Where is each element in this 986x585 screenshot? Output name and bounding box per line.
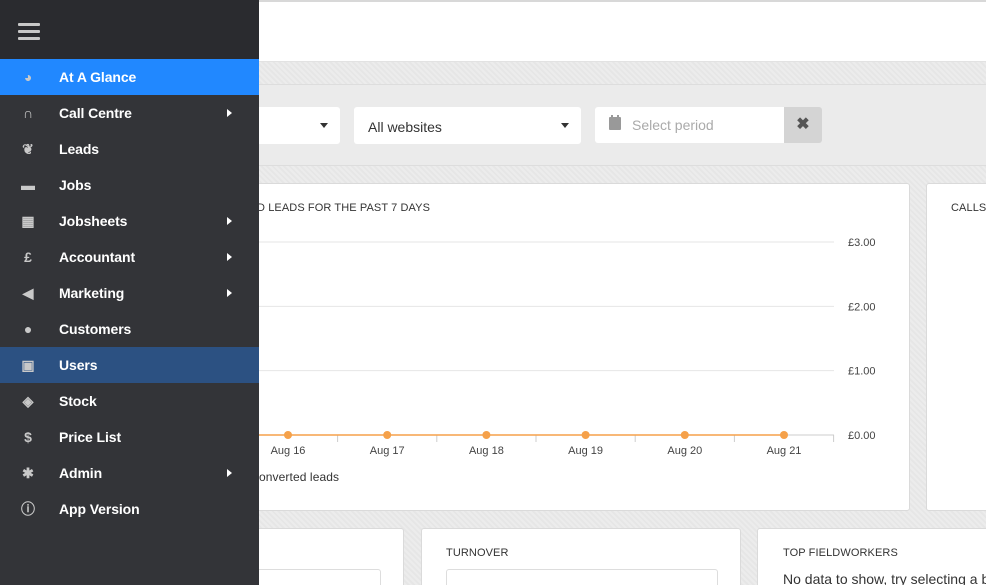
sidebar-item-at-a-glance[interactable]: ◕ At A Glance	[0, 59, 259, 95]
fieldworkers-title: TOP FIELDWORKERS	[783, 547, 898, 559]
cubes-icon: ◈	[22, 393, 34, 409]
info-icon: ⓘ	[21, 501, 35, 517]
top-fieldworkers-card: TOP FIELDWORKERS No data to show, try se…	[757, 528, 986, 585]
times-icon: ✖	[796, 116, 810, 133]
chevron-right-icon	[227, 289, 232, 297]
sidebar-item-jobsheets[interactable]: ▦ Jobsheets	[0, 203, 259, 239]
calls-title: CALLS	[951, 202, 986, 214]
sidebar-item-customers[interactable]: ● Customers	[0, 311, 259, 347]
sidebar-item-app-version[interactable]: ⓘ App Version	[0, 491, 259, 527]
sidebar-item-label: Jobsheets	[59, 213, 128, 229]
table-icon: ▦	[21, 213, 35, 229]
sidebar-item-label: Price List	[59, 429, 122, 445]
period-placeholder: Select period	[632, 117, 714, 133]
briefcase-icon: ▬	[21, 177, 35, 193]
sidebar-item-label: Customers	[59, 321, 132, 337]
sidebar-item-marketing[interactable]: ◀ Marketing	[0, 275, 259, 311]
pound-icon: £	[24, 249, 32, 265]
sidebar-item-label: Users	[59, 357, 98, 373]
sidebar-item-admin[interactable]: ✱ Admin	[0, 455, 259, 491]
sidebar-item-label: Admin	[59, 465, 103, 481]
x-tick-label: Aug 18	[469, 445, 504, 457]
sidebar-item-label: Jobs	[59, 177, 92, 193]
sidebar-item-label: Call Centre	[59, 105, 132, 121]
websites-select-value: All websites	[368, 119, 442, 135]
y-tick-label: £1.00	[848, 366, 876, 378]
sidebar-item-label: Marketing	[59, 285, 125, 301]
dollar-icon: $	[24, 429, 32, 445]
chevron-right-icon	[227, 469, 232, 477]
headset-icon: ∩	[22, 105, 33, 121]
data-point	[383, 431, 392, 439]
x-tick-label: Aug 19	[568, 445, 603, 457]
sidebar-menu: ◕ At A Glance ∩ Call Centre ❦ Leads ▬ Jo…	[0, 59, 259, 527]
sidebar: ◕ At A Glance ∩ Call Centre ❦ Leads ▬ Jo…	[0, 0, 259, 585]
chevron-down-icon	[561, 123, 569, 128]
sidebar-item-accountant[interactable]: £ Accountant	[0, 239, 259, 275]
turnover-field[interactable]	[446, 569, 718, 585]
fieldworkers-empty-message: No data to show, try selecting a b	[783, 571, 986, 585]
bullhorn-icon: ◀	[22, 285, 34, 301]
chevron-down-icon	[320, 123, 328, 128]
sidebar-item-label: Leads	[59, 141, 99, 157]
users-icon: ●	[23, 321, 33, 337]
dashboard-icon: ◕	[23, 69, 33, 85]
y-tick-label: £0.00	[848, 430, 876, 442]
data-point	[284, 431, 292, 439]
chevron-right-icon	[227, 109, 232, 117]
chevron-right-icon	[227, 217, 232, 225]
calls-card: CALLS	[926, 183, 986, 511]
data-point	[680, 431, 689, 439]
leaf-icon: ❦	[22, 141, 34, 157]
sidebar-item-label: Stock	[59, 393, 97, 409]
clear-period-button[interactable]: ✖	[784, 107, 822, 143]
x-tick-label: Aug 21	[767, 445, 802, 457]
x-tick-label: Aug 16	[271, 445, 306, 457]
turnover-title: TURNOVER	[446, 547, 509, 559]
sidebar-item-label: At A Glance	[59, 69, 137, 85]
x-tick-label: Aug 17	[370, 445, 405, 457]
sidebar-item-price-list[interactable]: $ Price List	[0, 419, 259, 455]
period-input[interactable]: Select period	[595, 107, 785, 143]
gear-icon: ✱	[22, 465, 34, 481]
sidebar-header	[0, 0, 259, 59]
sidebar-item-label: App Version	[59, 501, 140, 517]
sidebar-item-jobs[interactable]: ▬ Jobs	[0, 167, 259, 203]
data-point	[780, 431, 788, 439]
sidebar-item-label: Accountant	[59, 249, 136, 265]
turnover-card: TURNOVER	[421, 528, 741, 585]
sidebar-item-stock[interactable]: ◈ Stock	[0, 383, 259, 419]
id-badge-icon: ▣	[21, 357, 35, 373]
leads-line-chart: £3.00 £2.00 £1.00 £0.00 Aug 16 Aug 17 Aug 18 Au…	[237, 237, 876, 457]
sidebar-item-users[interactable]: ▣ Users	[0, 347, 259, 383]
y-tick-label: £3.00	[848, 237, 876, 249]
x-tick-label: Aug 20	[667, 445, 702, 457]
data-point	[581, 431, 590, 439]
chart-legend-label: onverted leads	[259, 470, 340, 484]
sidebar-item-call-centre[interactable]: ∩ Call Centre	[0, 95, 259, 131]
y-tick-label: £2.00	[848, 301, 876, 313]
hamburger-icon[interactable]	[18, 23, 40, 40]
data-point	[482, 431, 491, 439]
websites-select[interactable]: All websites	[354, 107, 581, 144]
chevron-right-icon	[227, 253, 232, 261]
sidebar-item-leads[interactable]: ❦ Leads	[0, 131, 259, 167]
calendar-icon	[609, 115, 621, 130]
leads-chart-card: D LEADS FOR THE PAST 7 DAYS £3.00 £2.00 £1…	[200, 183, 910, 511]
